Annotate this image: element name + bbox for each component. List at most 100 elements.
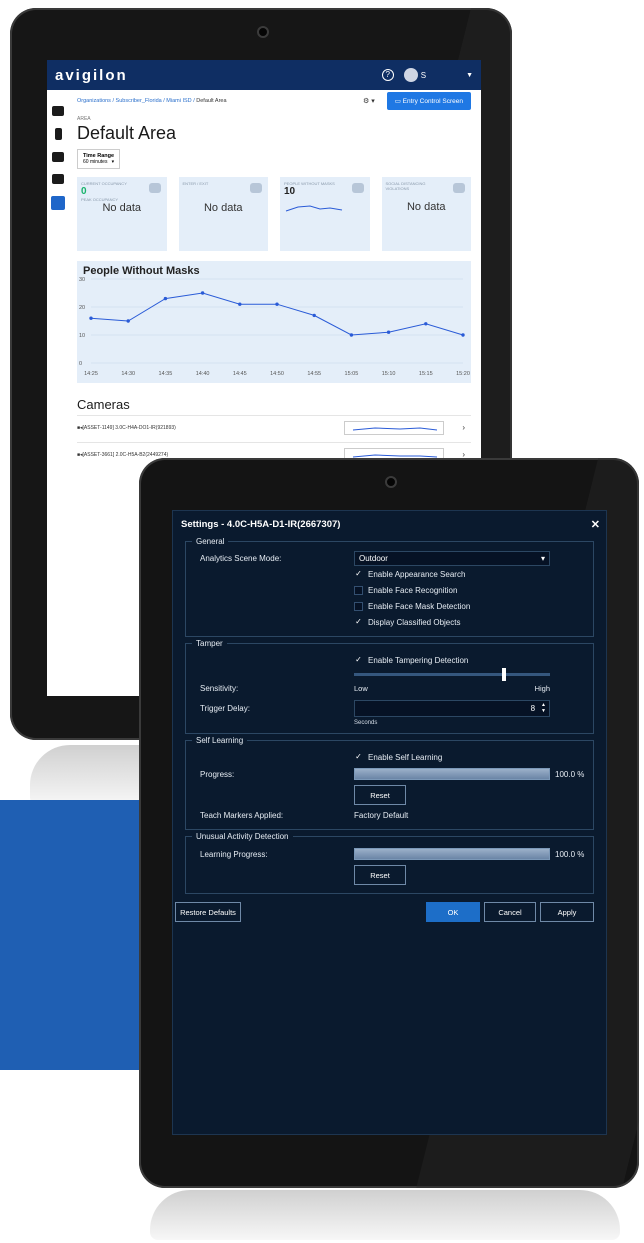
peak-occupancy-value: No data <box>102 202 142 214</box>
appearance-search-checkbox[interactable]: ✓ <box>354 569 363 579</box>
x-tick-label: 14:30 <box>121 371 135 377</box>
data-point <box>386 330 391 334</box>
tamper-section: Tamper ✓ Enable Tampering Detection Sens… <box>185 639 594 734</box>
video-camera-icon[interactable] <box>52 106 64 116</box>
x-tick-label: 14:35 <box>159 371 173 377</box>
slider-handle[interactable] <box>501 667 506 681</box>
data-point <box>126 319 130 323</box>
breadcrumb-subscriber[interactable]: Subscriber_Florida <box>116 98 162 104</box>
unusual-activity-section: Unusual Activity Detection Learning Prog… <box>185 832 594 894</box>
card-no-masks: PEOPLE WITHOUT MASKS 10 <box>280 177 370 251</box>
bus-icon[interactable] <box>52 152 64 162</box>
classified-objects-checkbox[interactable]: ✓ <box>354 617 363 627</box>
door-icon <box>250 183 262 193</box>
left-rail <box>47 90 69 696</box>
scene-mode-select[interactable]: Outdoor ▾ <box>354 550 550 566</box>
cameras-title: Cameras <box>77 397 130 412</box>
x-tick-label: 15:15 <box>419 371 433 377</box>
area-label: AREA <box>77 116 91 122</box>
x-tick-label: 14:55 <box>307 371 321 377</box>
unusual-activity-reset-button[interactable]: Reset <box>354 865 406 885</box>
avatar[interactable] <box>403 68 418 82</box>
top-bar: avigilon ? S ▼ <box>47 60 481 90</box>
tablet-shadow-front <box>150 1190 620 1240</box>
dialog-footer: Restore Defaults OK Cancel Apply <box>173 902 606 922</box>
x-tick-label: 14:45 <box>233 371 247 377</box>
bookmark-icon[interactable] <box>54 128 62 140</box>
product-photo: avigilon ? S ▼ Organizations / Subscribe… <box>0 0 644 1243</box>
camera-sparkline <box>344 420 445 435</box>
people-icon <box>148 183 161 193</box>
card-occupancy: CURRENT OCCUPANCY 0 PEAK OCCUPANCY No da… <box>77 177 167 251</box>
enter-exit-value: No data <box>203 202 243 214</box>
learning-progress-bar <box>354 848 550 860</box>
self-learning-reset-button[interactable]: Reset <box>354 785 406 805</box>
settings-gear-button[interactable]: ⚙ ▾ <box>363 97 375 105</box>
x-tick-label: 14:50 <box>270 371 284 377</box>
spinner-arrows-icon[interactable]: ▲ ▼ <box>541 702 546 714</box>
learning-progress-label: Learning Progress: <box>200 849 268 859</box>
data-point <box>275 302 279 306</box>
chart-panel: People Without Masks 0 10 20 30 14:25 14:30 14… <box>77 261 471 383</box>
tablet-front: Settings - 4.0C-H5A-D1-IR(2667307) ✕ Gen… <box>139 458 639 1188</box>
self-learning-checkbox[interactable]: ✓ <box>354 752 363 762</box>
teach-markers-value: Factory Default <box>354 810 409 820</box>
delay-unit: Seconds <box>354 719 378 726</box>
monitor-icon[interactable] <box>52 174 64 184</box>
settings-dialog: Settings - 4.0C-H5A-D1-IR(2667307) ✕ Gen… <box>172 510 607 1135</box>
camera-row[interactable]: ■◂[ASSET-1149] 3.0C-H4A-DO1-IR(921893) › <box>77 415 471 439</box>
face-recognition-checkbox[interactable] <box>354 585 363 595</box>
general-section: General Analytics Scene Mode: Outdoor ▾ … <box>185 537 594 637</box>
self-learning-progress-value: 100.0 % <box>555 769 585 779</box>
y-tick-label: 0 <box>79 361 82 367</box>
chevron-right-icon[interactable]: › <box>462 423 465 432</box>
people-without-masks-chart: 0 10 20 30 14:25 14:30 14:35 14:40 14:45 14:50 14:… <box>79 277 470 377</box>
entry-control-screen-button[interactable]: ▭ Entry Control Screen <box>386 92 471 110</box>
x-tick-label: 15:20 <box>456 371 470 377</box>
apply-button[interactable]: Apply <box>540 902 594 922</box>
breadcrumb-org[interactable]: Organizations <box>77 98 111 104</box>
chevron-down-icon: ▾ <box>108 159 115 165</box>
user-initial[interactable]: S <box>421 71 426 80</box>
face-mask-detection-checkbox[interactable] <box>354 601 363 611</box>
dialog-title-bar: Settings - 4.0C-H5A-D1-IR(2667307) ✕ <box>173 511 606 537</box>
breadcrumb-site[interactable]: Miami ISD <box>166 98 191 104</box>
front-camera <box>385 476 397 488</box>
time-range-select[interactable]: Time Range 60 minutes ▾ <box>77 149 121 169</box>
stat-cards: CURRENT OCCUPANCY 0 PEAK OCCUPANCY No da… <box>77 177 471 251</box>
card-enter-exit: ENTER / EXIT No data <box>178 177 268 251</box>
dialog-title: Settings - 4.0C-H5A-D1-IR(2667307) <box>181 518 341 530</box>
teach-markers-label: Teach Markers Applied: <box>200 810 284 820</box>
front-camera <box>257 26 269 38</box>
distancing-icon <box>453 183 465 193</box>
card-social-distancing: SOCIAL DISTANCING VIOLATIONS No data <box>381 177 471 251</box>
trigger-delay-label: Trigger Delay: <box>200 703 250 713</box>
page-title: Default Area <box>77 123 177 143</box>
cancel-button[interactable]: Cancel <box>484 902 536 922</box>
chevron-down-icon[interactable]: ▼ <box>466 72 473 79</box>
close-icon[interactable]: ✕ <box>591 518 600 531</box>
mask-icon <box>351 183 364 193</box>
brand-logo: avigilon <box>55 66 128 84</box>
self-learning-section: Self Learning ✓ Enable Self Learning Pro… <box>185 736 594 830</box>
data-point <box>238 302 242 306</box>
x-tick-label: 15:05 <box>345 371 359 377</box>
y-tick-label: 10 <box>79 333 85 339</box>
x-tick-label: 14:25 <box>84 371 98 377</box>
data-point <box>200 291 205 295</box>
y-tick-label: 20 <box>79 305 85 311</box>
sensitivity-slider[interactable] <box>354 667 550 681</box>
social-distancing-value: No data <box>406 201 446 213</box>
analytics-icon[interactable] <box>51 196 65 210</box>
data-point <box>461 333 465 337</box>
progress-label: Progress: <box>200 769 235 779</box>
breadcrumb-current: Default Area <box>196 98 227 104</box>
help-icon[interactable]: ? <box>381 69 394 81</box>
restore-defaults-button[interactable]: Restore Defaults <box>175 902 241 922</box>
no-masks-sparkline <box>285 205 343 212</box>
tampering-detection-checkbox[interactable]: ✓ <box>354 655 363 665</box>
monitor-icon: ▭ <box>394 98 403 105</box>
trigger-delay-input[interactable]: 8 ▲ ▼ <box>354 699 550 717</box>
ok-button[interactable]: OK <box>426 902 480 922</box>
data-point <box>424 322 428 326</box>
